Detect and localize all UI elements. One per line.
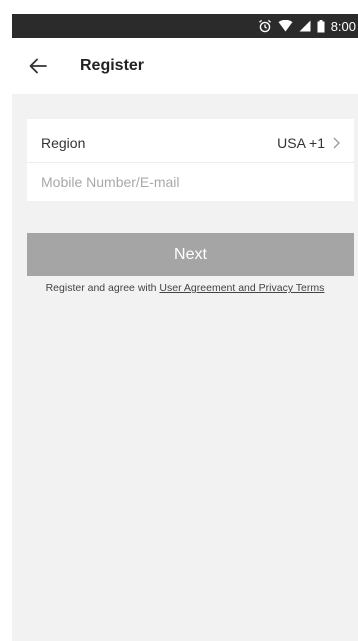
battery-icon	[317, 19, 325, 33]
account-field-row	[27, 162, 354, 201]
app-bar: Register	[12, 38, 358, 94]
page-title: Register	[80, 57, 145, 74]
terms-text: Register and agree with User Agreement a…	[12, 282, 358, 294]
phone-screen: 8:00 Register Region USA +1 Next Registe…	[12, 14, 358, 641]
region-selector[interactable]: Region USA +1	[27, 119, 354, 166]
chevron-right-icon	[333, 137, 340, 149]
back-button[interactable]	[26, 54, 50, 78]
alarm-icon	[258, 19, 272, 33]
status-time: 8:00	[330, 18, 356, 34]
next-button[interactable]: Next	[27, 233, 354, 276]
wifi-icon	[278, 20, 293, 32]
terms-link[interactable]: User Agreement and Privacy Terms	[159, 282, 324, 294]
account-input[interactable]	[41, 174, 340, 190]
region-label: Region	[41, 134, 86, 151]
status-bar: 8:00	[12, 14, 358, 38]
signal-icon	[299, 20, 311, 32]
region-value: USA +1	[277, 134, 325, 151]
terms-prefix: Register and agree with	[45, 282, 160, 294]
arrow-left-icon	[29, 58, 47, 74]
